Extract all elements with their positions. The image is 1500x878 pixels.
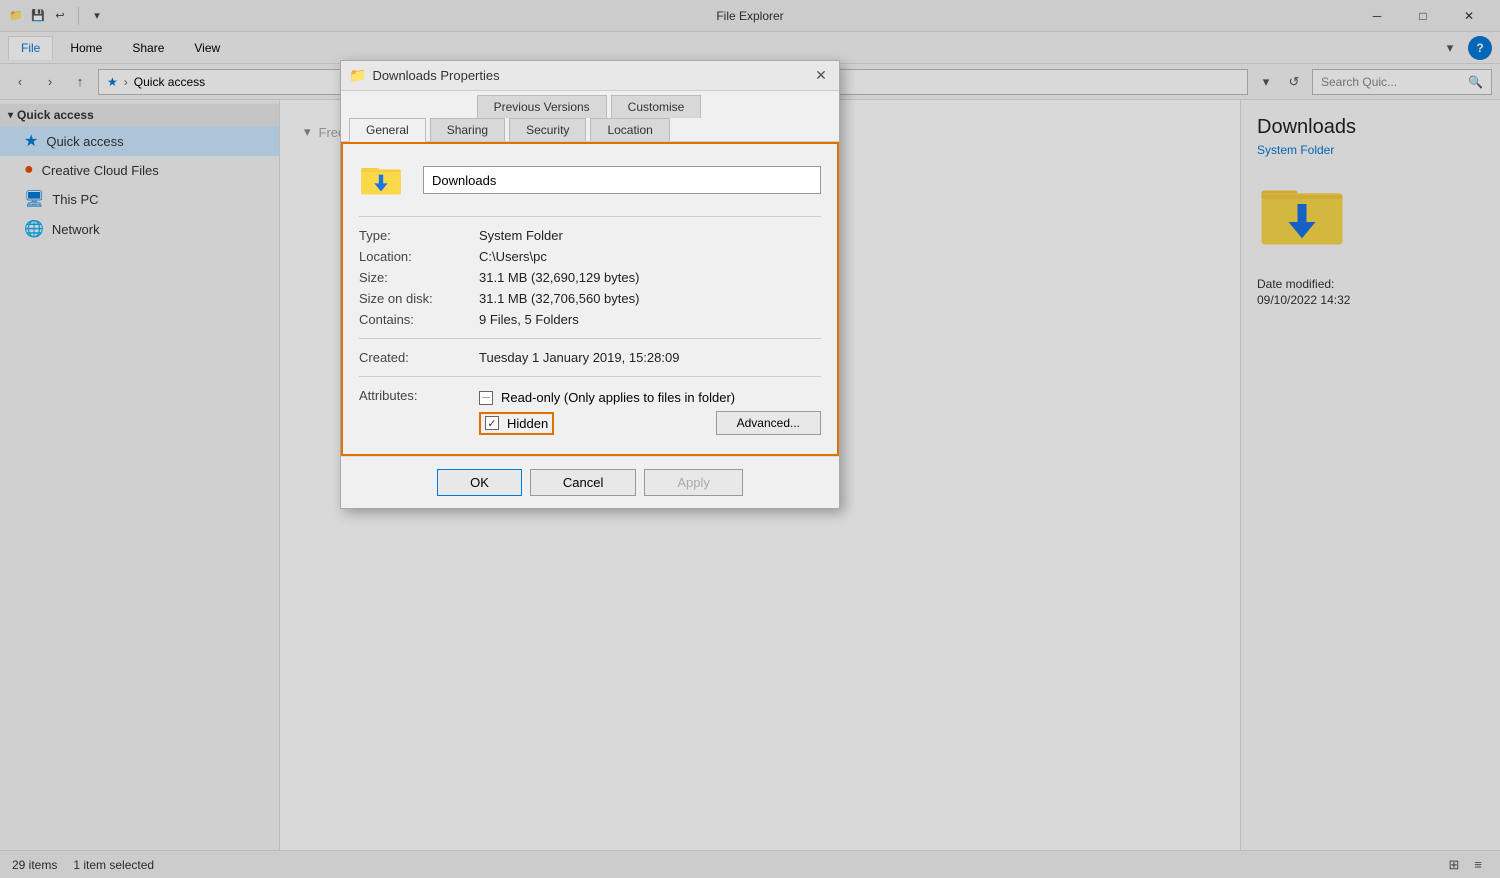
properties-dialog: 📁 Downloads Properties ✕ Previous Versio…: [340, 60, 840, 509]
size-value: 31.1 MB (32,690,129 bytes): [479, 270, 821, 285]
divider-3: [359, 376, 821, 377]
tab-general[interactable]: General: [349, 118, 426, 142]
contains-label: Contains:: [359, 312, 479, 327]
cancel-button[interactable]: Cancel: [530, 469, 636, 496]
divider-1: [359, 216, 821, 217]
size-label: Size:: [359, 270, 479, 285]
hidden-advanced-row: ✓ Hidden Advanced...: [479, 411, 821, 435]
dialog-header: [359, 160, 821, 200]
attributes-row: Attributes: ─ Read-only (Only applies to…: [359, 385, 821, 438]
size-row: Size: 31.1 MB (32,690,129 bytes): [359, 267, 821, 288]
folder-icon-medium: [359, 160, 407, 200]
readonly-checkbox[interactable]: ─: [479, 391, 493, 405]
type-label: Type:: [359, 228, 479, 243]
hidden-checkbox[interactable]: ✓: [485, 416, 499, 430]
dialog-title: Downloads Properties: [372, 68, 805, 83]
location-value: C:\Users\pc: [479, 249, 821, 264]
dialog-title-bar: 📁 Downloads Properties ✕: [341, 61, 839, 91]
dialog-overlay: 📁 Downloads Properties ✕ Previous Versio…: [0, 0, 1500, 878]
tab-previous-versions[interactable]: Previous Versions: [477, 95, 607, 118]
tab-customise[interactable]: Customise: [611, 95, 702, 118]
type-row: Type: System Folder: [359, 225, 821, 246]
advanced-button[interactable]: Advanced...: [716, 411, 821, 435]
apply-button[interactable]: Apply: [644, 469, 743, 496]
tab-location[interactable]: Location: [590, 118, 669, 141]
dialog-tabs-row2: General Sharing Security Location: [341, 118, 839, 142]
attributes-content: ─ Read-only (Only applies to files in fo…: [479, 388, 821, 435]
location-row: Location: C:\Users\pc: [359, 246, 821, 267]
location-label: Location:: [359, 249, 479, 264]
hidden-attr-box: ✓ Hidden: [479, 412, 554, 435]
dialog-tabs: Previous Versions Customise General Shar…: [341, 91, 839, 142]
dialog-body: Type: System Folder Location: C:\Users\p…: [341, 142, 839, 456]
dialog-folder-icon: 📁: [349, 67, 366, 84]
size-on-disk-row: Size on disk: 31.1 MB (32,706,560 bytes): [359, 288, 821, 309]
created-value: Tuesday 1 January 2019, 15:28:09: [479, 350, 821, 365]
type-value: System Folder: [479, 228, 821, 243]
folder-name-input[interactable]: [423, 166, 821, 194]
readonly-attr-row: ─ Read-only (Only applies to files in fo…: [479, 388, 821, 407]
contains-row: Contains: 9 Files, 5 Folders: [359, 309, 821, 330]
attributes-label: Attributes:: [359, 388, 479, 403]
tab-sharing[interactable]: Sharing: [430, 118, 505, 141]
created-label: Created:: [359, 350, 479, 365]
dialog-close-button[interactable]: ✕: [811, 66, 831, 86]
contains-value: 9 Files, 5 Folders: [479, 312, 821, 327]
divider-2: [359, 338, 821, 339]
ok-button[interactable]: OK: [437, 469, 522, 496]
created-row: Created: Tuesday 1 January 2019, 15:28:0…: [359, 347, 821, 368]
readonly-label: Read-only (Only applies to files in fold…: [501, 390, 735, 405]
dialog-footer: OK Cancel Apply: [341, 456, 839, 508]
dialog-tabs-row1: Previous Versions Customise: [341, 91, 839, 118]
size-on-disk-label: Size on disk:: [359, 291, 479, 306]
tab-security[interactable]: Security: [509, 118, 586, 141]
size-on-disk-value: 31.1 MB (32,706,560 bytes): [479, 291, 821, 306]
hidden-label: Hidden: [507, 416, 548, 431]
